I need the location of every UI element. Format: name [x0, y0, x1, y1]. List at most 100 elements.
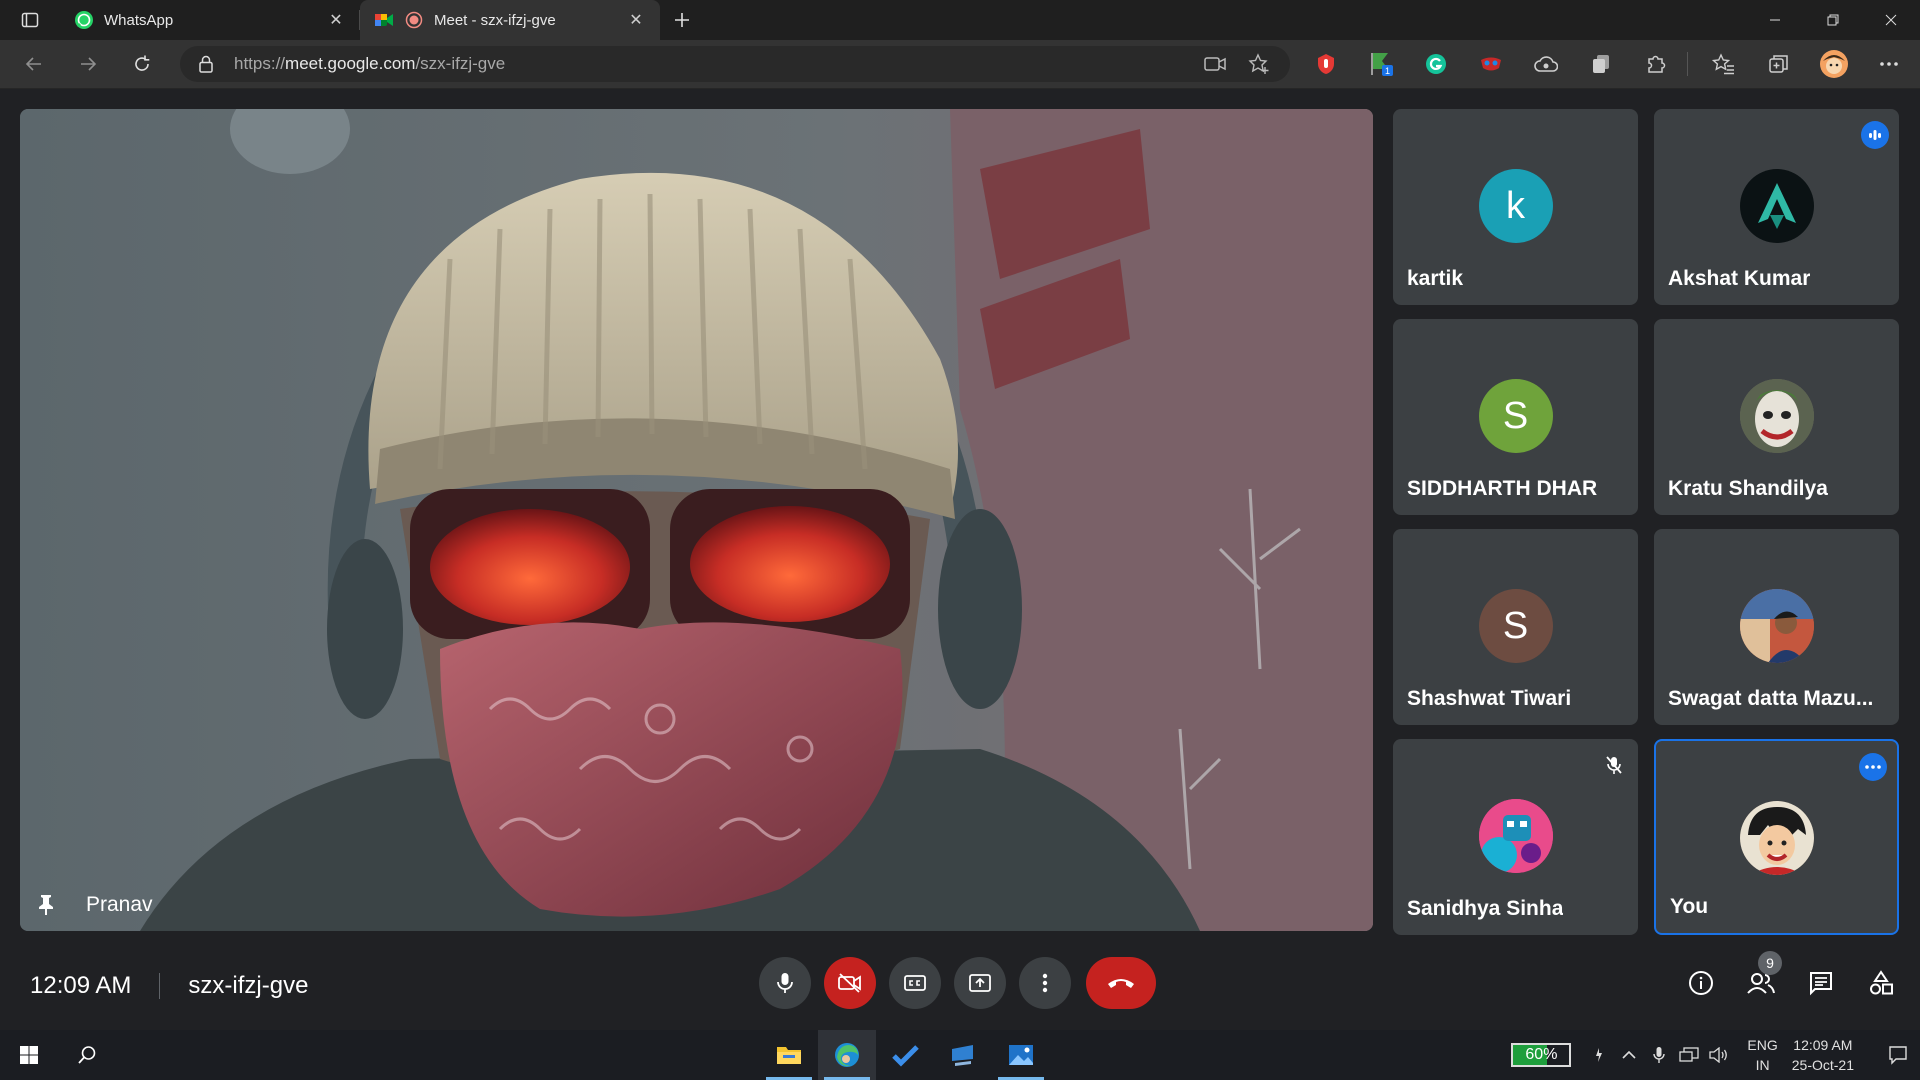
camera-in-use-icon[interactable]: [1200, 49, 1230, 79]
collections-icon[interactable]: [1760, 46, 1798, 82]
url-text[interactable]: https://meet.google.com/szx-ifzj-gve: [234, 54, 1186, 74]
participant-tile-siddharth-dhar[interactable]: S SIDDHARTH DHAR: [1393, 319, 1638, 515]
avatar: [1739, 169, 1814, 243]
meet-control-bar: 12:09 AM szx-ifzj-gve 9: [0, 941, 1920, 1030]
clock-time: 12:09 AM: [1793, 1037, 1853, 1053]
forward-button[interactable]: [66, 46, 110, 82]
volume-icon[interactable]: [1707, 1030, 1731, 1080]
participant-tile-swagat-datta[interactable]: Swagat datta Mazu...: [1654, 529, 1899, 725]
microphone-button[interactable]: [759, 957, 811, 1009]
cloud-icon[interactable]: [1527, 46, 1565, 82]
participant-name: Swagat datta Mazu...: [1668, 687, 1874, 710]
spotlight-video-tile[interactable]: Pranav: [20, 109, 1373, 931]
leave-call-button[interactable]: [1086, 957, 1156, 1009]
meeting-details-button[interactable]: [1676, 957, 1726, 1009]
photo-avatar-icon: [1739, 589, 1814, 663]
back-button[interactable]: [12, 46, 56, 82]
meeting-time: 12:09 AM: [30, 971, 132, 999]
battery-indicator[interactable]: 60%: [1511, 1043, 1572, 1067]
tab-actions-button[interactable]: [0, 0, 60, 40]
mic-icon: [777, 973, 793, 993]
start-button[interactable]: [0, 1030, 58, 1080]
closed-captions-icon: [904, 975, 926, 991]
camera-button[interactable]: [824, 957, 876, 1009]
hang-up-icon: [1108, 979, 1134, 988]
info-icon: [1689, 971, 1713, 995]
avatar-initial: S: [1502, 604, 1529, 647]
mask-icon[interactable]: [1472, 46, 1510, 82]
search-button[interactable]: [58, 1030, 116, 1080]
add-favorite-icon[interactable]: [1244, 49, 1274, 79]
copy-icon[interactable]: [1582, 46, 1620, 82]
restore-icon: [1827, 14, 1839, 26]
whatsapp-icon: [74, 10, 94, 30]
participant-tile-akshat-kumar[interactable]: Akshat Kumar: [1654, 109, 1899, 305]
present-screen-button[interactable]: [954, 957, 1006, 1009]
power-plug-icon[interactable]: [1587, 1030, 1611, 1080]
microphone-tray-icon[interactable]: [1647, 1030, 1671, 1080]
mic-muted-icon: [1600, 751, 1628, 779]
anime-avatar-icon: [1739, 801, 1814, 875]
tab-meet[interactable]: Meet - szx-ifzj-gve ✕: [360, 0, 660, 40]
captions-button[interactable]: [889, 957, 941, 1009]
taskbar-remote-desktop[interactable]: [934, 1030, 992, 1080]
taskbar-photos[interactable]: [992, 1030, 1050, 1080]
refresh-button[interactable]: [120, 46, 164, 82]
extension-badge-count: 1: [1385, 66, 1390, 76]
participant-name: Kratu Shandilya: [1668, 477, 1828, 500]
chevron-up-icon[interactable]: [1617, 1030, 1641, 1080]
browser-tab-strip: WhatsApp ✕ Meet - szx-ifzj-gve ✕: [0, 0, 1920, 40]
participant-tile-kartik[interactable]: k kartik: [1393, 109, 1638, 305]
participant-name: Akshat Kumar: [1668, 267, 1811, 290]
battery-percent: 60%: [1525, 1046, 1558, 1063]
more-options-icon[interactable]: [1859, 753, 1887, 781]
favorites-icon[interactable]: [1705, 46, 1743, 82]
tab-whatsapp[interactable]: WhatsApp ✕: [60, 0, 360, 40]
participant-tile-kratu-shandilya[interactable]: Kratu Shandilya: [1654, 319, 1899, 515]
red-record-icon[interactable]: [1307, 46, 1345, 82]
region-code: IN: [1755, 1057, 1770, 1073]
more-options-icon[interactable]: [1870, 46, 1908, 82]
network-icon[interactable]: [1677, 1030, 1701, 1080]
taskbar-clock[interactable]: 12:09 AM 25-Oct-21: [1792, 1035, 1854, 1075]
new-tab-button[interactable]: [660, 0, 704, 40]
chat-button[interactable]: [1796, 957, 1846, 1009]
participant-tile-shashwat-tiwari[interactable]: S Shashwat Tiwari: [1393, 529, 1638, 725]
meeting-code: szx-ifzj-gve: [188, 971, 309, 999]
restore-button[interactable]: [1804, 0, 1862, 40]
more-actions-button[interactable]: [1019, 957, 1071, 1009]
avatar: S: [1478, 589, 1553, 663]
meeting-side-controls: 9: [1666, 951, 1906, 1009]
url-path: /szx-ifzj-gve: [415, 54, 506, 73]
input-language[interactable]: ENG IN: [1747, 1035, 1777, 1075]
avatar-initial: S: [1502, 394, 1529, 437]
green-flag-icon[interactable]: 1: [1362, 46, 1400, 82]
puzzle-icon[interactable]: [1637, 46, 1675, 82]
grammarly-icon[interactable]: [1417, 46, 1455, 82]
google-meet-icon: [374, 10, 394, 30]
taskbar-todo[interactable]: [876, 1030, 934, 1080]
participant-video-feed: [20, 109, 1373, 931]
profile-avatar[interactable]: [1815, 46, 1853, 82]
address-bar[interactable]: https://meet.google.com/szx-ifzj-gve: [180, 46, 1290, 82]
lock-icon[interactable]: [196, 54, 216, 74]
meet-stage: Pranav k kartik Akshat Kumar S SIDDHARTH…: [0, 90, 1920, 1030]
participant-tile-self[interactable]: You: [1654, 739, 1899, 935]
action-center-button[interactable]: [1876, 1030, 1920, 1080]
avatar: [1739, 379, 1814, 453]
minimize-icon: [1770, 19, 1780, 21]
taskbar-edge-browser[interactable]: [818, 1030, 876, 1080]
close-tab-icon[interactable]: ✕: [326, 10, 346, 30]
speaking-indicator-icon: [1861, 121, 1889, 149]
close-window-button[interactable]: [1862, 0, 1920, 40]
taskbar-file-explorer[interactable]: [760, 1030, 818, 1080]
participant-tile-sanidhya-sinha[interactable]: Sanidhya Sinha: [1393, 739, 1638, 935]
participant-name: kartik: [1407, 267, 1464, 290]
remote-desktop-icon: [952, 1045, 973, 1066]
close-tab-icon[interactable]: ✕: [626, 10, 646, 30]
minimize-button[interactable]: [1746, 0, 1804, 40]
gaming-avatar-icon: [1478, 799, 1553, 873]
activities-button[interactable]: [1856, 957, 1906, 1009]
people-button[interactable]: 9: [1736, 951, 1786, 1009]
present-icon: [969, 974, 991, 992]
